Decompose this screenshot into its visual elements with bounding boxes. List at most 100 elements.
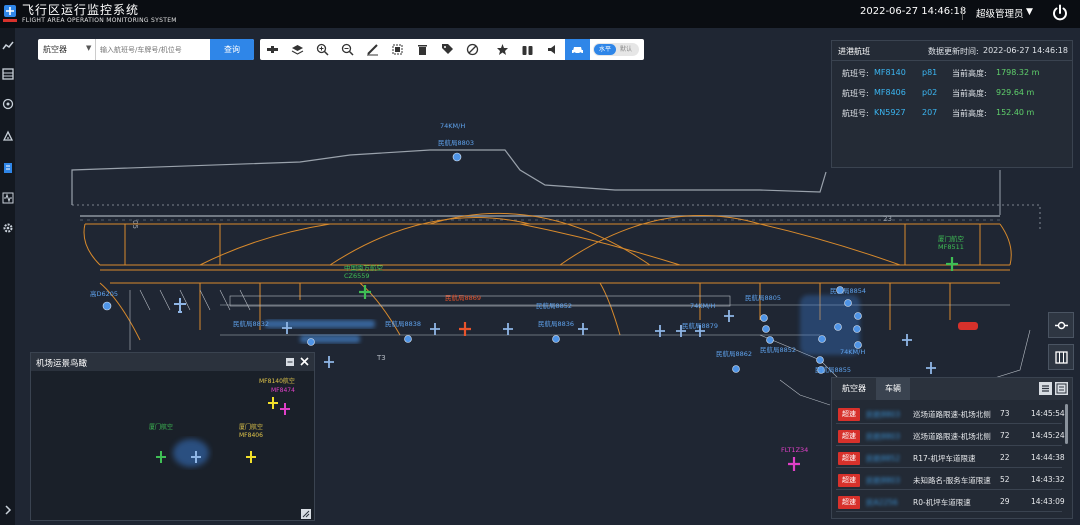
zoom-in-tool[interactable] [310, 39, 335, 60]
flight-track-icon[interactable] [2, 40, 14, 52]
car-icon [572, 47, 583, 55]
vehicle-plate: 民航8803 [866, 476, 901, 485]
stand-number: p81 [922, 68, 938, 77]
tab-aircraft[interactable]: 航空器 [832, 378, 876, 400]
aircraft-marker-green[interactable] [156, 451, 166, 463]
binoculars-icon [522, 46, 533, 55]
map-view-button[interactable] [1048, 344, 1074, 370]
tab-vehicle[interactable]: 车辆 [876, 378, 910, 400]
locate-button[interactable] [1048, 312, 1074, 338]
speaker-tool[interactable] [540, 39, 565, 60]
vehicle-plate: 民航8803 [866, 410, 901, 419]
select-area-tool[interactable] [385, 39, 410, 60]
list-icon[interactable] [1039, 382, 1052, 395]
caret-down-icon[interactable]: ▼ [1026, 7, 1033, 17]
layers-tool[interactable] [285, 39, 310, 60]
flight-row[interactable]: 航班号: MF8406 p02 当前高度: 929.64 m [842, 88, 1067, 100]
binoculars-tool[interactable] [515, 39, 540, 60]
map-toolbar: 水平 默认 [260, 39, 644, 60]
road-name: R0-机坪车道限速 [913, 498, 971, 507]
resize-icon[interactable] [301, 509, 311, 519]
birdseye-label-5: 厦门航空 [149, 423, 173, 431]
flight-row[interactable]: 航班号: KN5927 207 当前高度: 152.40 m [842, 108, 1067, 120]
database-icon[interactable] [2, 68, 14, 80]
vehicle-plate: 民A2256 [866, 498, 898, 507]
alert-icon[interactable] [2, 130, 14, 142]
altitude-label: 当前高度: [952, 89, 987, 98]
altitude-value: 929.64 m [996, 88, 1035, 97]
vehicle-label-5: 民航局8852 [760, 345, 796, 354]
zoom-out-tool[interactable] [335, 39, 360, 60]
alarm-time: 14:45:24 [1031, 431, 1065, 440]
vehicle-label-2: 民航局8838 [385, 319, 421, 328]
monitor-icon[interactable] [2, 98, 14, 110]
alarm-row[interactable]: 超速 民航8803 巡场道路限速-机场北侧 72 14:45:24 [836, 426, 1065, 446]
alarm-row[interactable]: 超速 民A2256 R0-机坪车道限速 29 14:43:09 [836, 492, 1065, 512]
vehicle-label-10: 民航局8855 [815, 365, 851, 374]
terminal-t3-label: T3 [376, 354, 386, 362]
header-bar: 飞行区运行监控系统 FLIGHT AREA OPERATION MONITORI… [0, 0, 1080, 28]
alarm-panel: 航空器 车辆 超速 民航8803 巡场道路限速-机场北侧 73 14:45:54… [831, 377, 1073, 519]
document-icon[interactable] [2, 162, 14, 174]
detail-list-icon[interactable] [1055, 382, 1068, 395]
panel-divider [832, 60, 1072, 61]
aircraft-marker-yellow-2[interactable] [246, 451, 256, 463]
favorite-tool[interactable] [490, 39, 515, 60]
logo-icon [3, 5, 17, 22]
alarm-time: 14:44:38 [1031, 453, 1065, 462]
ruler-tool[interactable] [360, 39, 385, 60]
star-icon [497, 44, 508, 55]
vehicle-markers[interactable] [102, 152, 862, 374]
vehicle-label-1: 民航局8832 [233, 319, 269, 328]
arrival-flights-panel: 进港航班 数据更新时间: 2022-06-27 14:46:18 航班号: MF… [831, 40, 1073, 168]
birdseye-label-1: MF8140航空 [259, 377, 295, 385]
flight-number: MF8406 [874, 88, 906, 97]
trash-icon [418, 45, 427, 55]
aircraft-marker-yellow[interactable] [268, 397, 278, 409]
stand-number: 207 [922, 108, 938, 117]
aircraft-airline-label-2: 中国南方航空 [344, 263, 384, 272]
alarm-time: 14:43:09 [1031, 497, 1065, 506]
speed-value: 72 [1000, 431, 1010, 440]
overspeed-badge: 超速 [838, 430, 860, 443]
altitude-label: 当前高度: [952, 69, 987, 78]
update-time-value: 2022-06-27 14:46:18 [983, 46, 1068, 55]
no-entry-tool[interactable] [460, 39, 485, 60]
vehicle-id-label: 民航局8803 [438, 138, 474, 147]
alarm-row[interactable]: 超速 民航8803 未知路名-服务车道限速 52 14:43:32 [836, 470, 1065, 490]
altitude-value: 1798.32 m [996, 68, 1040, 77]
speed-value: 29 [1000, 497, 1010, 506]
close-icon[interactable] [299, 356, 310, 367]
vehicle-tool[interactable] [565, 39, 590, 60]
birdseye-view[interactable]: MF8140航空 MF8474 厦门航空 MF8406 厦门航空 [31, 371, 314, 520]
speaker-icon [548, 45, 555, 54]
settings-icon[interactable] [2, 222, 14, 234]
birdseye-panel: 机场运景鸟瞰 MF8140航空 MF8474 厦门航空 MF8406 厦门航空 [30, 352, 315, 521]
pulse-icon[interactable] [2, 192, 14, 204]
vehicle-label-6: 民航局8862 [716, 349, 752, 358]
flight-row[interactable]: 航班号: MF8140 p81 当前高度: 1798.32 m [842, 68, 1067, 80]
runway-tool[interactable] [260, 39, 285, 60]
minimize-icon[interactable] [285, 357, 295, 367]
search-input[interactable] [97, 39, 210, 60]
alarm-row[interactable]: 超速 民航8852 R17-机坪车道限速 22 14:44:38 [836, 448, 1065, 468]
view-mode-toggle[interactable]: 水平 默认 [593, 43, 639, 56]
aircraft-marker-pink[interactable] [280, 403, 290, 415]
tag-tool[interactable] [435, 39, 460, 60]
road-name: 未知路名-服务车道限速 [913, 476, 991, 485]
search-button[interactable]: 查询 [210, 39, 254, 60]
vehicle-label-8: 民航局8854 [830, 286, 866, 295]
chevron-down-icon[interactable]: ▼ [86, 44, 91, 52]
ruler-icon [367, 44, 378, 56]
update-time-label: 数据更新时间: [928, 47, 979, 56]
delete-tool[interactable] [410, 39, 435, 60]
user-menu[interactable]: 超级管理员 [976, 6, 1024, 20]
alarm-scrollbar[interactable] [1065, 404, 1068, 444]
expand-arrow-icon[interactable] [2, 504, 14, 516]
alarm-row[interactable]: 超速 民航8803 巡场道路限速-机场北侧 73 14:45:54 [836, 404, 1065, 424]
flight-number: KN5927 [874, 108, 906, 117]
altitude-label: 当前高度: [952, 109, 987, 118]
birdseye-label-4: MF8406 [239, 432, 263, 439]
power-icon[interactable] [1050, 3, 1070, 23]
search-bar: 航空器 ▼ 查询 [38, 39, 254, 60]
